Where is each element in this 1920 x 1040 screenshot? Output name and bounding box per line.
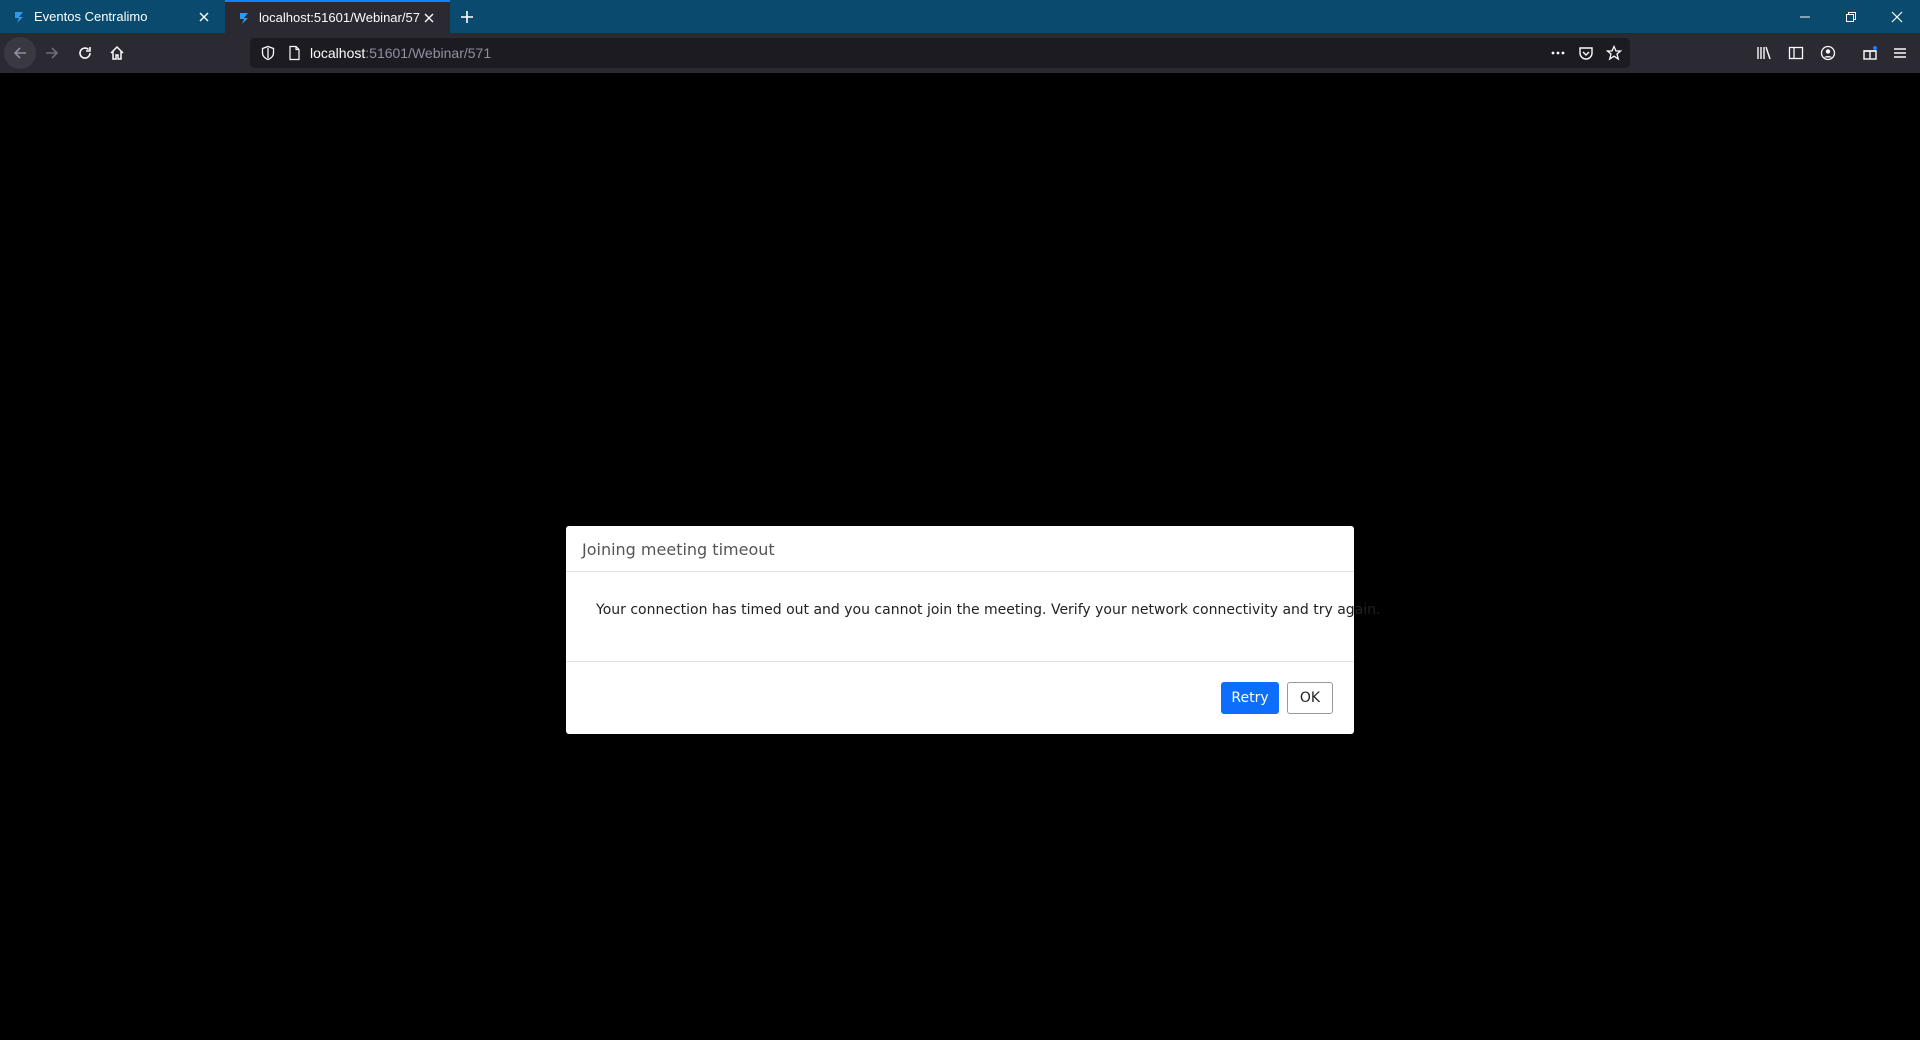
tab-eventos-centralimo[interactable]: Eventos Centralimo: [0, 0, 225, 33]
tab-webinar[interactable]: localhost:51601/Webinar/571: [225, 0, 450, 33]
account-button[interactable]: [1812, 37, 1844, 69]
home-icon: [110, 45, 124, 60]
reload-button[interactable]: [69, 37, 101, 69]
restore-icon: [1846, 11, 1856, 22]
timeout-dialog: Joining meeting timeout Your connection …: [566, 526, 1380, 734]
site-favicon-icon: [15, 11, 23, 23]
dialog-footer: Retry OK: [566, 662, 1354, 734]
close-tab-icon[interactable]: [195, 8, 213, 26]
arrow-left-icon: [13, 47, 26, 59]
extensions-button[interactable]: [1854, 37, 1886, 69]
plus-icon: [461, 10, 473, 23]
menu-button[interactable]: [1884, 37, 1916, 69]
minimize-button[interactable]: [1782, 0, 1828, 33]
navigation-toolbar: localhost:51601/Webinar/571: [0, 33, 1920, 73]
ok-button[interactable]: OK: [1287, 682, 1333, 714]
page-info-icon[interactable]: [286, 45, 302, 61]
gift-icon: [1863, 46, 1877, 60]
account-icon: [1820, 45, 1836, 61]
dialog-title: Joining meeting timeout: [582, 540, 775, 559]
sidebar-icon: [1788, 46, 1804, 60]
url-path: :51601/Webinar/571: [365, 45, 492, 61]
sidebar-button[interactable]: [1780, 37, 1812, 69]
minimize-icon: [1800, 16, 1810, 17]
back-button[interactable]: [4, 37, 36, 69]
hamburger-menu-icon: [1894, 48, 1906, 58]
new-tab-button[interactable]: [450, 0, 484, 33]
close-tab-icon[interactable]: [420, 9, 438, 27]
restore-button[interactable]: [1828, 0, 1874, 33]
retry-button[interactable]: Retry: [1221, 682, 1279, 714]
bookmark-star-icon[interactable]: [1606, 45, 1622, 61]
dialog-header: Joining meeting timeout: [566, 526, 1354, 572]
close-window-button[interactable]: [1874, 0, 1920, 33]
reload-icon: [79, 47, 91, 59]
tab-strip: Eventos Centralimo localhost:51601/Webin…: [0, 0, 1920, 33]
library-icon: [1757, 46, 1771, 60]
tracking-protection-shield-icon[interactable]: [260, 45, 276, 61]
dialog-message: Your connection has timed out and you ca…: [566, 572, 1380, 662]
url-text[interactable]: localhost:51601/Webinar/571: [310, 45, 491, 61]
more-actions-icon[interactable]: [1550, 45, 1566, 61]
arrow-right-icon: [46, 47, 59, 59]
tab-label: Eventos Centralimo: [34, 9, 148, 24]
pocket-icon[interactable]: [1578, 45, 1594, 61]
url-bar[interactable]: localhost:51601/Webinar/571: [250, 38, 1630, 68]
close-icon: [1891, 11, 1903, 22]
home-button[interactable]: [101, 37, 133, 69]
library-button[interactable]: [1748, 37, 1780, 69]
tab-label: localhost:51601/Webinar/571: [259, 10, 420, 25]
page-content: Joining meeting timeout Your connection …: [0, 73, 1920, 1040]
url-host: localhost: [310, 45, 366, 61]
site-favicon-icon: [240, 12, 248, 24]
forward-button[interactable]: [36, 37, 68, 69]
